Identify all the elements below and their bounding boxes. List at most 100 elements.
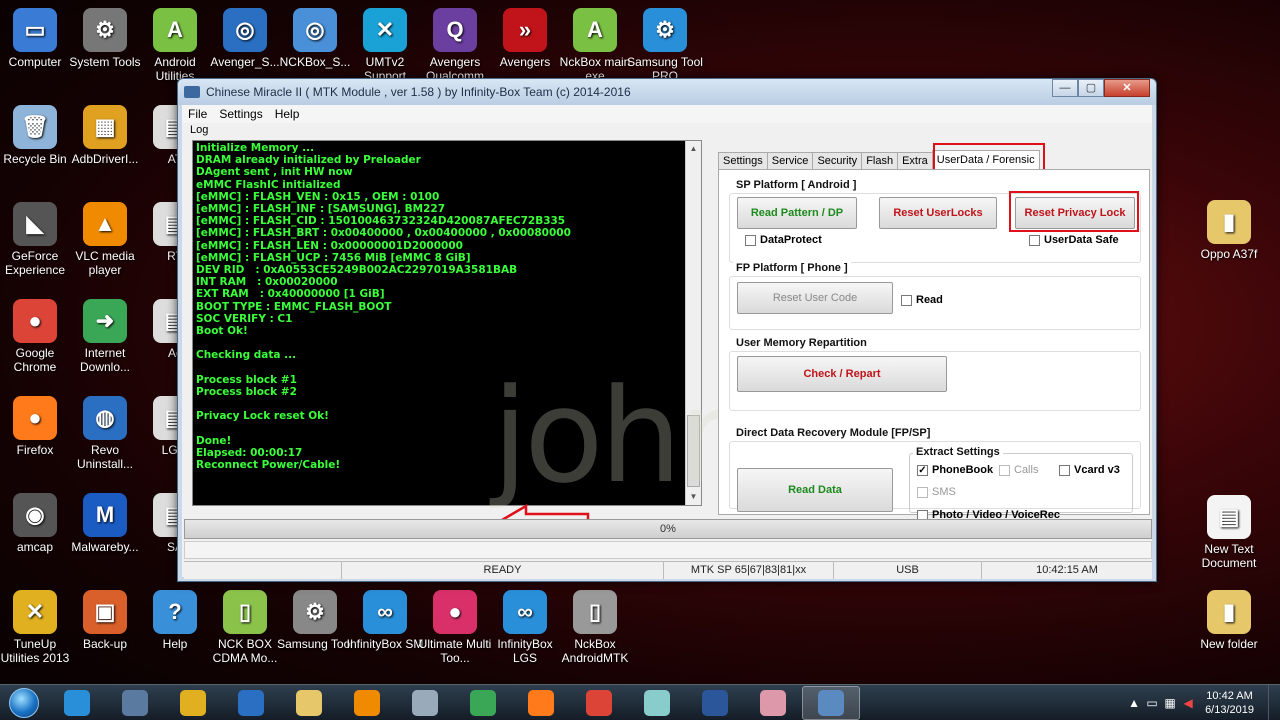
calls-checkbox[interactable]: Calls [999, 464, 1038, 476]
desktop-shortcut-icon: ⚙ [293, 590, 337, 634]
taskbar-button[interactable] [396, 686, 454, 720]
desktop-icon-label: System Tools [69, 55, 141, 69]
desktop-icon[interactable]: ⚙ System Tools [66, 8, 144, 69]
sms-checkbox[interactable]: SMS [917, 486, 956, 498]
tray-network-icon[interactable]: ▦ [1161, 696, 1179, 710]
tab-settings[interactable]: Settings [718, 152, 768, 169]
desktop-shortcut-icon: ∞ [363, 590, 407, 634]
desktop-icon[interactable]: ▤ New Text Document [1190, 495, 1268, 570]
vcard-checkbox[interactable]: Vcard v3 [1059, 464, 1120, 476]
menu-file[interactable]: File [182, 107, 213, 121]
userdata-safe-checkbox[interactable]: UserData Safe [1029, 234, 1119, 246]
desktop-icon[interactable]: ▮ Oppo A37f [1190, 200, 1268, 261]
tray-expand-icon[interactable]: ▲ [1125, 696, 1143, 710]
desktop-icon[interactable]: M Malwareby... [66, 493, 144, 554]
tab-extra[interactable]: Extra [897, 152, 933, 169]
desktop-icon-label: InfinityBox LGS [497, 637, 553, 665]
desktop-icon[interactable]: ⚙ Samsung Tool [276, 590, 354, 651]
taskbar-button[interactable] [454, 686, 512, 720]
taskbar-button[interactable] [628, 686, 686, 720]
desktop-icon[interactable]: ◎ Avenger_S... [206, 8, 284, 69]
tray-volume-icon[interactable]: ◀ [1179, 696, 1197, 710]
reset-user-code-button[interactable]: Reset User Code [737, 282, 893, 314]
phonebook-checkbox[interactable]: ✓ PhoneBook [917, 464, 993, 476]
desktop-icon[interactable]: ▯ NCK BOX CDMA Mo... [206, 590, 284, 665]
taskbar-button[interactable] [48, 686, 106, 720]
log-output[interactable]: Initialize Memory ... DRAM already initi… [192, 140, 702, 506]
tab-security[interactable]: Security [812, 152, 863, 169]
desktop-icon[interactable]: ? Help [136, 590, 214, 651]
taskbar-button[interactable] [744, 686, 802, 720]
desktop-icon[interactable]: 🗑 Recycle Bin [0, 105, 74, 166]
desktop-icon[interactable]: ∞ InfinityBox SM [346, 590, 424, 651]
desktop-icon[interactable]: » Avengers [486, 8, 564, 69]
title-bar[interactable]: Chinese Miracle II ( MTK Module , ver 1.… [178, 79, 1156, 105]
chrome-taskbar-icon [586, 689, 612, 716]
taskbar-button[interactable] [686, 686, 744, 720]
read-checkbox[interactable]: Read [901, 294, 943, 306]
desktop-icon[interactable]: ➜ Internet Downlo... [66, 299, 144, 374]
status-mtk: MTK SP 65|67|83|81|xx [664, 562, 834, 579]
minimize-button[interactable]: — [1052, 79, 1078, 97]
desktop-icon[interactable]: ▦ AdbDriverI... [66, 105, 144, 166]
scroll-thumb[interactable] [687, 415, 700, 487]
read-pattern-button[interactable]: Read Pattern / DP [737, 197, 857, 229]
desktop-icon[interactable]: ⚙ Samsung Tool PRO [626, 8, 704, 83]
close-button[interactable]: ✕ [1104, 79, 1150, 97]
read-data-button[interactable]: Read Data [737, 468, 893, 512]
taskbar-button[interactable] [280, 686, 338, 720]
tray-clock[interactable]: 10:42 AM 6/13/2019 [1197, 689, 1268, 717]
log-scrollbar[interactable]: ▲ ▼ [685, 141, 701, 505]
reset-userlocks-button[interactable]: Reset UserLocks [879, 197, 997, 229]
tuneup-taskbar-icon [180, 689, 206, 716]
tray-device-icon[interactable]: ▭ [1143, 696, 1161, 710]
desktop-shortcut-icon: M [83, 493, 127, 537]
maximize-button[interactable]: ▢ [1078, 79, 1104, 97]
taskbar-button[interactable] [570, 686, 628, 720]
desktop-icon-label: Google Chrome [13, 346, 57, 374]
desktop-icon[interactable]: ▮ New folder [1190, 590, 1268, 651]
taskbar-button[interactable] [338, 686, 396, 720]
start-button[interactable] [0, 686, 48, 720]
desktop-icon[interactable]: ◣ GeForce Experience [0, 202, 74, 277]
menu-help[interactable]: Help [269, 107, 306, 121]
taskbar-button[interactable] [222, 686, 280, 720]
desktop-icon[interactable]: ✕ TuneUp Utilities 2013 [0, 590, 74, 665]
desktop-icon[interactable]: ✕ UMTv2 Support [346, 8, 424, 83]
desktop-icon-label: InfinityBox SM [346, 637, 424, 651]
desktop-icon[interactable]: ● Ultimate Multi Too... [416, 590, 494, 665]
desktop-icon[interactable]: ◍ Revo Uninstall... [66, 396, 144, 471]
desktop-icon[interactable]: ◎ NCKBox_S... [276, 8, 354, 69]
taskbar-button[interactable] [512, 686, 570, 720]
scroll-down-icon[interactable]: ▼ [686, 489, 701, 505]
taskbar-button[interactable] [106, 686, 164, 720]
taskbar: ▲ ▭ ▦ ◀ 10:42 AM 6/13/2019 [0, 684, 1280, 720]
desktop-icon[interactable]: ▣ Back-up [66, 590, 144, 651]
desktop-icon[interactable]: ▭ Computer [0, 8, 74, 69]
desktop-icon[interactable]: ▲ VLC media player [66, 202, 144, 277]
desktop-icon[interactable]: ∞ InfinityBox LGS [486, 590, 564, 665]
sms-label: SMS [932, 486, 956, 498]
desktop-icon[interactable]: A Android Utilities [136, 8, 214, 83]
taskbar-button[interactable] [164, 686, 222, 720]
desktop-shortcut-icon: ◎ [293, 8, 337, 52]
desktop-shortcut-icon: A [573, 8, 617, 52]
dataprotect-checkbox[interactable]: DataProtect [745, 234, 822, 246]
taskbar-button[interactable] [802, 685, 860, 720]
ddr-title: Direct Data Recovery Module [FP/SP] [733, 427, 934, 439]
scroll-up-icon[interactable]: ▲ [686, 141, 701, 157]
show-desktop-button[interactable] [1268, 685, 1280, 720]
desktop-icon-label: GeForce Experience [4, 249, 66, 277]
menu-settings[interactable]: Settings [213, 107, 268, 121]
app-window: Chinese Miracle II ( MTK Module , ver 1.… [177, 78, 1157, 582]
desktop-icon[interactable]: ▯ NckBox AndroidMTK [556, 590, 634, 665]
tab-service[interactable]: Service [766, 152, 814, 169]
desktop-icon[interactable]: ◉ amcap [0, 493, 74, 554]
desktop-icon[interactable]: A NckBox main exe [556, 8, 634, 83]
desktop-icon[interactable]: Q Avengers Qualcomm [416, 8, 494, 83]
check-repart-button[interactable]: Check / Repart [737, 356, 947, 392]
tab-flash[interactable]: Flash [861, 152, 899, 169]
desktop-icon[interactable]: ● Google Chrome [0, 299, 74, 374]
desktop-icon[interactable]: ● Firefox [0, 396, 74, 457]
vcard-label: Vcard v3 [1074, 464, 1120, 476]
